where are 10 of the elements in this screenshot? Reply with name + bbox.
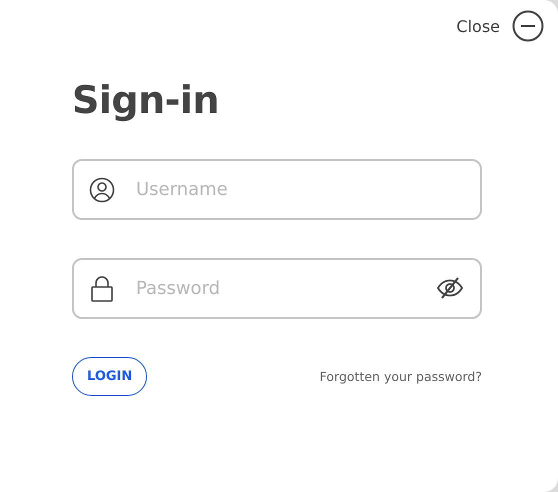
user-icon [89, 177, 115, 203]
close-label[interactable]: Close [456, 16, 500, 36]
password-field[interactable]: Password [72, 258, 482, 319]
sign-in-title: Sign-in [72, 78, 220, 122]
forgot-password-link[interactable]: Forgotten your password? [320, 369, 482, 384]
hidden-eye-icon[interactable] [436, 276, 464, 300]
close-icon[interactable] [512, 10, 544, 42]
username-field[interactable]: Username [72, 159, 482, 220]
login-button[interactable]: LOGIN [72, 357, 148, 396]
lock-icon [90, 275, 114, 303]
